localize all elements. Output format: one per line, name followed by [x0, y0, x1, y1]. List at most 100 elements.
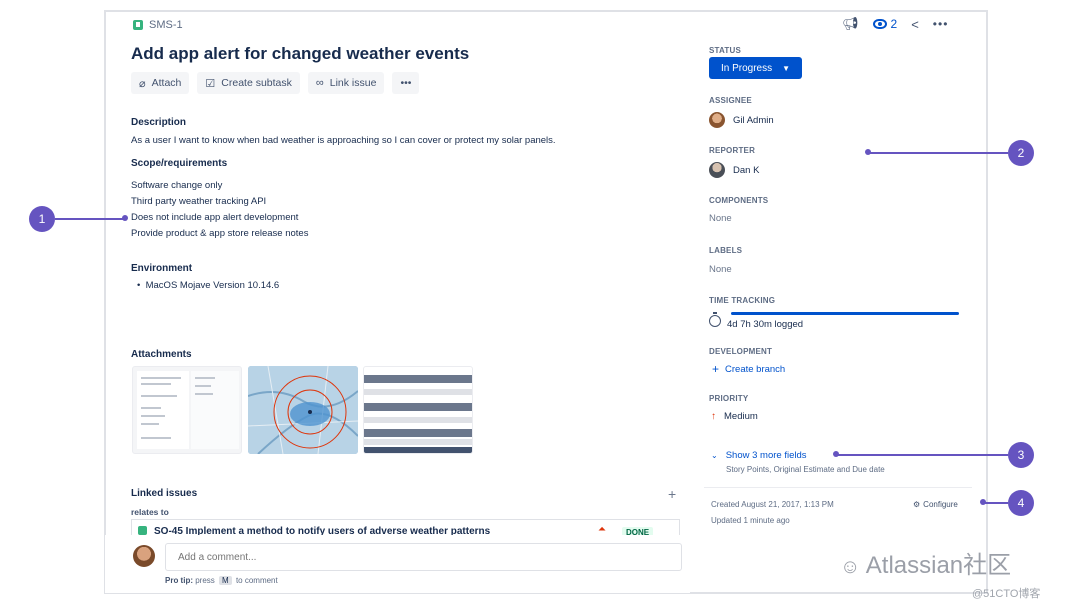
scope-item: Software change only — [131, 180, 223, 191]
callout-2-line — [868, 152, 1008, 154]
attachments-heading: Attachments — [131, 349, 192, 360]
attachment-thumbnail-map[interactable] — [248, 366, 358, 454]
assignee-field[interactable]: Gil Admin — [709, 112, 774, 128]
link-issue-button[interactable]: ∞ Link issue — [307, 72, 385, 94]
callout-4-line — [983, 502, 1008, 504]
configure-button[interactable]: ⚙ Configure — [913, 500, 958, 509]
watermark-text: Atlassian社区 — [865, 552, 1012, 579]
link-issue-label: Link issue — [329, 77, 377, 89]
watch-button[interactable]: 2 — [872, 17, 898, 31]
scope-item: Third party weather tracking API — [131, 196, 267, 207]
wechat-icon: ☺ — [840, 556, 861, 578]
attach-button[interactable]: ⌀ Attach — [131, 72, 190, 94]
scope-heading: Scope/requirements — [131, 158, 228, 169]
eye-icon — [872, 19, 887, 29]
attachment-thumbnail[interactable] — [132, 366, 242, 454]
scope-item: Does not include app alert development — [131, 212, 299, 223]
assignee-name: Gil Admin — [733, 114, 774, 126]
priority-high-icon: ⏶ — [598, 524, 606, 535]
environment-item-text: MacOS Mojave Version 10.14.6 — [145, 280, 280, 291]
priority-label: PRIORITY — [709, 394, 749, 403]
time-logged: 4d 7h 30m logged — [727, 319, 804, 330]
more-fields-hint: Story Points, Original Estimate and Due … — [726, 465, 885, 474]
status-dropdown[interactable]: In Progress ▼ — [709, 57, 802, 79]
callout-4: 4 — [1008, 490, 1034, 516]
chevron-down-icon: ⌄ — [711, 451, 718, 460]
current-user-avatar — [133, 545, 155, 567]
reporter-name: Dan K — [733, 164, 760, 176]
time-tracking-field[interactable]: 4d 7h 30m logged — [709, 311, 803, 330]
issue-view-frame — [104, 10, 988, 594]
issue-title[interactable]: Add app alert for changed weather events — [131, 44, 469, 64]
more-actions-icon[interactable]: ••• — [933, 17, 949, 31]
status-value: In Progress — [720, 62, 773, 74]
more-label: ••• — [400, 77, 412, 89]
updated-date: Updated 1 minute ago — [711, 516, 790, 525]
callout-1-line — [55, 218, 125, 220]
protip-pre: press — [195, 576, 215, 585]
sidebar-divider — [704, 487, 972, 488]
labels-value[interactable]: None — [709, 264, 732, 275]
plus-icon: + — [712, 362, 720, 376]
reporter-field[interactable]: Dan K — [709, 162, 759, 178]
linked-issue-status: DONE — [622, 527, 654, 535]
show-more-fields-button[interactable]: ⌄ Show 3 more fields — [711, 450, 807, 461]
pro-tip: Pro tip: press M to comment — [165, 576, 278, 585]
watermark-sub: @51CTO博客 — [972, 588, 1041, 600]
map-graphic — [248, 366, 358, 454]
avatar — [709, 112, 725, 128]
story-type-icon — [138, 526, 147, 535]
subtask-icon: ☑ — [205, 77, 216, 90]
feedback-megaphone-icon[interactable]: 📢︎ — [842, 16, 859, 32]
status-label: STATUS — [709, 46, 742, 55]
callout-1-dot — [122, 215, 128, 221]
components-value[interactable]: None — [709, 213, 732, 224]
time-tracking-label: TIME TRACKING — [709, 296, 776, 305]
thumbnail-pane — [191, 371, 239, 449]
callout-2: 2 — [1008, 140, 1034, 166]
callout-3-dot — [833, 451, 839, 457]
link-icon: ∞ — [315, 77, 324, 89]
description-text[interactable]: As a user I want to know when bad weathe… — [131, 133, 556, 149]
avatar — [709, 162, 725, 178]
add-linked-issue-icon[interactable]: + — [668, 486, 676, 502]
priority-value: Medium — [724, 411, 758, 422]
callout-3: 3 — [1008, 442, 1034, 468]
stopwatch-icon — [709, 311, 721, 327]
callout-2-dot — [865, 149, 871, 155]
configure-label: Configure — [923, 500, 958, 509]
paperclip-icon: ⌀ — [139, 77, 146, 90]
issue-key-label: SMS-1 — [149, 19, 183, 31]
comment-input[interactable] — [165, 543, 682, 571]
story-type-icon — [133, 20, 143, 30]
linked-issue-row[interactable]: SO-45 Implement a method to notify users… — [131, 519, 680, 535]
protip-key: M — [219, 576, 232, 585]
watermark: ☺ Atlassian社区 — [840, 545, 1011, 580]
create-branch-link[interactable]: + Create branch — [712, 362, 785, 376]
attach-label: Attach — [151, 77, 182, 89]
issue-toolbar: ⌀ Attach ☑ Create subtask ∞ Link issue •… — [131, 72, 420, 94]
chevron-down-icon: ▼ — [782, 63, 791, 73]
create-branch-label: Create branch — [725, 363, 786, 375]
environment-item: • MacOS Mojave Version 10.14.6 — [137, 280, 280, 291]
development-label: DEVELOPMENT — [709, 347, 773, 356]
description-heading: Description — [131, 117, 187, 128]
linked-issues-heading: Linked issues — [131, 488, 198, 499]
create-subtask-button[interactable]: ☑ Create subtask — [197, 72, 300, 94]
callout-4-dot — [980, 499, 986, 505]
toolbar-more-button[interactable]: ••• — [392, 72, 420, 94]
share-icon[interactable]: < — [911, 17, 919, 32]
priority-field[interactable]: ↑ Medium — [711, 411, 758, 422]
create-subtask-label: Create subtask — [221, 77, 292, 89]
watch-count: 2 — [890, 17, 898, 31]
created-date: Created August 21, 2017, 1:13 PM — [711, 500, 834, 509]
components-label: COMPONENTS — [709, 196, 769, 205]
show-more-fields-label: Show 3 more fields — [725, 450, 807, 461]
protip-post: to comment — [235, 576, 278, 585]
callout-3-line — [836, 454, 1008, 456]
linked-issue-summary[interactable]: SO-45 Implement a method to notify users… — [154, 526, 490, 535]
issue-key-breadcrumb[interactable]: SMS-1 — [133, 19, 183, 31]
attachment-thumbnail-doc[interactable] — [363, 366, 473, 454]
protip-label: Pro tip: — [165, 576, 193, 585]
header-actions: 📢︎ 2 < ••• — [842, 16, 948, 32]
